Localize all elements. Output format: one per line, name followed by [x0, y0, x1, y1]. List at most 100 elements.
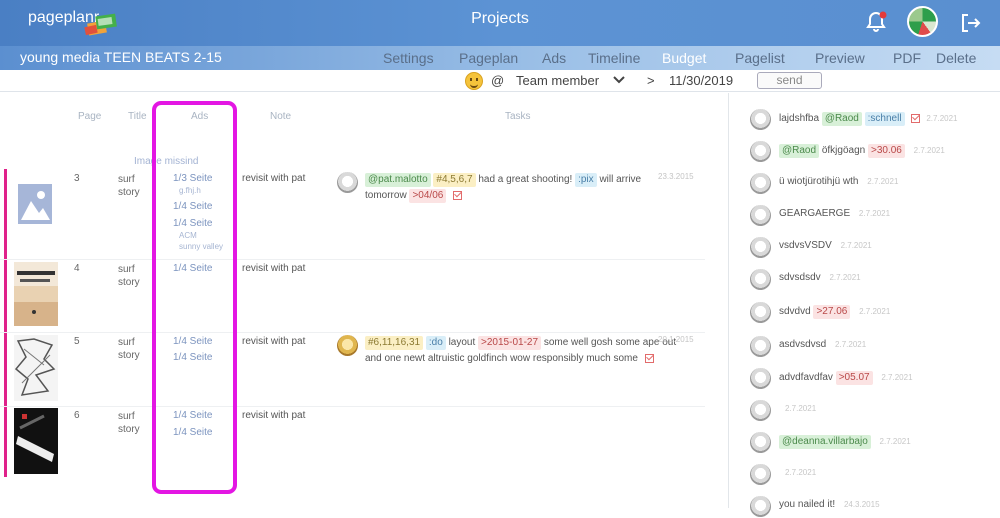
comment-avatar: [750, 141, 771, 162]
chevron-down-icon[interactable]: [612, 73, 626, 87]
nav-delete[interactable]: Delete: [936, 50, 976, 66]
emoji-icon[interactable]: [465, 72, 483, 90]
page-number: 5: [74, 336, 80, 347]
comment-avatar: [750, 173, 771, 194]
image-placeholder-icon[interactable]: [14, 175, 56, 233]
comment-item[interactable]: you nailed it! 24.3.2015: [750, 496, 995, 518]
comment-tag[interactable]: @Raod: [821, 112, 862, 126]
nav-settings[interactable]: Settings: [383, 50, 434, 66]
col-header-title: Title: [128, 111, 147, 122]
table-row[interactable]: 3 surf story 1/3 Seite g.fhj.h 1/4 Seite…: [0, 169, 705, 260]
comment-avatar: [750, 432, 771, 453]
note-cell[interactable]: revisit with pat: [242, 263, 305, 274]
comment-avatar: [750, 464, 771, 485]
comment-tag[interactable]: :schnell: [864, 112, 905, 126]
comment-date: 2.7.2021: [867, 177, 899, 186]
action-tag[interactable]: :do: [425, 336, 446, 350]
nav-budget[interactable]: Budget: [662, 50, 706, 66]
comment-date: 2.7.2021: [840, 241, 872, 250]
comment-word: lajdshfba: [779, 113, 820, 124]
task-avatar: [337, 335, 358, 356]
comment-avatar: [750, 368, 771, 389]
notification-bell-icon[interactable]: [864, 10, 888, 34]
table-row[interactable]: 4 surf story 1/4 Seite revisit with pat: [0, 260, 705, 333]
nav-ads[interactable]: Ads: [542, 50, 566, 66]
col-header-tasks: Tasks: [505, 111, 531, 122]
comment-item[interactable]: sdvsdsdv 2.7.2021: [750, 269, 995, 291]
comment-item[interactable]: vsdvsVSDV 2.7.2021: [750, 237, 995, 259]
comment-item[interactable]: 2.7.2021: [750, 400, 995, 422]
comment-text: you nailed it! 24.3.2015: [779, 499, 880, 510]
note-cell[interactable]: revisit with pat: [242, 173, 305, 184]
page-number: 3: [74, 173, 80, 184]
task-checkbox-icon[interactable]: [453, 190, 463, 200]
comment-tag[interactable]: >30.06: [868, 144, 905, 158]
comment-avatar: [750, 496, 771, 517]
page-title: Projects: [471, 10, 529, 27]
comment-avatar: [750, 109, 771, 130]
page-tag[interactable]: #4,5,6,7: [433, 173, 476, 187]
project-nav-bar: young media TEEN BEATS 2-15 Settings Pag…: [0, 46, 1000, 70]
task-checkbox-icon[interactable]: [644, 353, 654, 363]
task-date: 23.3.2015: [658, 172, 694, 181]
comment-item[interactable]: advdfavdfav >05.07 2.7.2021: [750, 368, 995, 390]
mention-symbol: @: [491, 73, 505, 88]
mention-tag[interactable]: @pat.malotto: [365, 173, 431, 187]
page-thumbnail[interactable]: [14, 335, 58, 401]
note-cell[interactable]: revisit with pat: [242, 410, 305, 421]
comment-word: advdfavdfav: [779, 372, 833, 383]
task-entry[interactable]: #6,11,16,31 :do layout >2015-01-27 some …: [365, 335, 685, 367]
comment-text: advdfavdfav >05.07 2.7.2021: [779, 371, 913, 385]
page-title-cell[interactable]: surf story: [118, 410, 152, 436]
page-tag[interactable]: #6,11,16,31: [365, 336, 424, 350]
logout-icon[interactable]: [958, 11, 982, 35]
comment-text: @deanna.villarbajo 2.7.2021: [779, 435, 911, 449]
comment-item[interactable]: ü wiotjürotihjü wth 2.7.2021: [750, 173, 995, 195]
comment-checkbox-icon[interactable]: [911, 113, 921, 123]
page-thumbnail[interactable]: [14, 408, 58, 474]
nav-timeline[interactable]: Timeline: [588, 50, 640, 66]
comment-date: 2.7.2021: [858, 209, 891, 218]
due-tag[interactable]: >04/06: [409, 189, 447, 203]
col-header-note: Note: [270, 111, 292, 122]
comment-text: sdvsdsdv 2.7.2021: [779, 272, 861, 283]
task-text: layout: [448, 337, 476, 348]
note-cell[interactable]: revisit with pat: [242, 336, 305, 347]
task-entry[interactable]: @pat.malotto #4,5,6,7 had a great shooti…: [365, 172, 685, 204]
page-thumbnail[interactable]: [14, 262, 58, 326]
send-button[interactable]: send: [757, 72, 822, 89]
comment-item[interactable]: 2.7.2021: [750, 464, 995, 486]
comment-item[interactable]: @deanna.villarbajo 2.7.2021: [750, 432, 995, 454]
comment-filter-bar: @ Team member > 11/30/2019 send: [0, 70, 1000, 92]
nav-preview[interactable]: Preview: [815, 50, 865, 66]
nav-pageplan[interactable]: Pageplan: [459, 50, 518, 66]
page-title-cell[interactable]: surf story: [118, 336, 152, 362]
comment-item[interactable]: lajdshfba @Raod :schnell 2.7.2021: [750, 109, 995, 131]
nav-pagelist[interactable]: Pagelist: [735, 50, 785, 66]
page-color-bar: [4, 169, 7, 259]
comment-tag[interactable]: >05.07: [835, 371, 873, 385]
table-row[interactable]: 6 surf story 1/4 Seite 1/4 Seite revisit…: [0, 407, 705, 479]
comment-item[interactable]: GEARGAERGE 2.7.2021: [750, 205, 995, 227]
user-avatar-pie[interactable]: [907, 6, 938, 37]
comment-date: 2.7.2021: [785, 404, 817, 413]
nav-pdf[interactable]: PDF: [893, 50, 921, 66]
team-member-select[interactable]: Team member: [516, 73, 599, 88]
panel-divider: [728, 93, 729, 508]
comment-tag[interactable]: @Raod: [779, 144, 820, 158]
comment-tag[interactable]: >27.06: [813, 305, 851, 319]
comment-date: 2.7.2021: [879, 437, 911, 446]
comment-item[interactable]: asdvsdvsd 2.7.2021: [750, 336, 995, 358]
col-header-page: Page: [78, 111, 102, 122]
page-title-cell[interactable]: surf story: [118, 263, 152, 289]
comment-word: ü wiotjürotihjü wth: [779, 176, 859, 187]
due-date-field[interactable]: 11/30/2019: [669, 73, 733, 88]
comment-tag[interactable]: @deanna.villarbajo: [779, 435, 871, 449]
due-tag[interactable]: >2015-01-27: [478, 336, 542, 350]
table-row[interactable]: 5 surf story 1/4 Seite 1/4 Seite revisit…: [0, 333, 705, 407]
ads-column-highlight: [152, 101, 237, 494]
comment-item[interactable]: sdvdvd >27.06 2.7.2021: [750, 302, 995, 324]
page-title-cell[interactable]: surf story: [118, 173, 152, 199]
comment-item[interactable]: @Raod öfkjgöagn >30.06 2.7.2021: [750, 141, 995, 163]
action-tag[interactable]: :pix: [575, 173, 597, 187]
